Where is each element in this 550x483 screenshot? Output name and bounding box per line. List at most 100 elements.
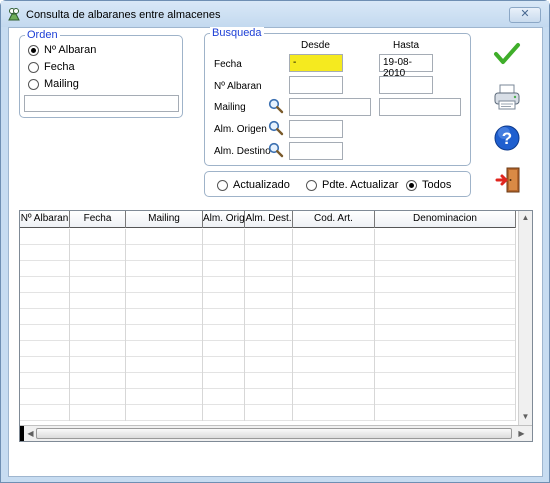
table-row[interactable] bbox=[20, 277, 516, 293]
table-cell[interactable] bbox=[126, 389, 203, 405]
table-cell[interactable] bbox=[245, 325, 293, 341]
mailing-hasta-field[interactable] bbox=[379, 98, 461, 116]
table-cell[interactable] bbox=[375, 261, 516, 277]
table-cell[interactable] bbox=[375, 229, 516, 245]
table-cell[interactable] bbox=[126, 309, 203, 325]
table-cell[interactable] bbox=[70, 261, 126, 277]
table-cell[interactable] bbox=[375, 277, 516, 293]
horizontal-scrollbar[interactable]: ◀ ▶ bbox=[20, 425, 532, 441]
table-cell[interactable] bbox=[203, 309, 245, 325]
table-cell[interactable] bbox=[20, 325, 70, 341]
table-cell[interactable] bbox=[375, 293, 516, 309]
alm-destino-search-icon[interactable] bbox=[268, 142, 284, 158]
table-row[interactable] bbox=[20, 373, 516, 389]
albaran-desde-field[interactable] bbox=[289, 76, 343, 94]
table-cell[interactable] bbox=[203, 389, 245, 405]
table-cell[interactable] bbox=[293, 261, 375, 277]
table-cell[interactable] bbox=[293, 277, 375, 293]
table-cell[interactable] bbox=[70, 309, 126, 325]
column-header[interactable]: Fecha bbox=[70, 211, 126, 228]
table-cell[interactable] bbox=[203, 277, 245, 293]
table-cell[interactable] bbox=[203, 229, 245, 245]
table-cell[interactable] bbox=[20, 373, 70, 389]
table-cell[interactable] bbox=[293, 325, 375, 341]
fecha-desde-field[interactable]: - bbox=[289, 54, 343, 72]
table-cell[interactable] bbox=[203, 341, 245, 357]
table-cell[interactable] bbox=[20, 245, 70, 261]
table-cell[interactable] bbox=[245, 293, 293, 309]
table-cell[interactable] bbox=[203, 405, 245, 421]
mailing-search-icon[interactable] bbox=[268, 98, 284, 114]
table-cell[interactable] bbox=[20, 293, 70, 309]
table-cell[interactable] bbox=[126, 405, 203, 421]
table-cell[interactable] bbox=[245, 277, 293, 293]
table-cell[interactable] bbox=[375, 405, 516, 421]
title-bar[interactable]: Consulta de albaranes entre almacenes ✕ bbox=[1, 1, 549, 27]
table-row[interactable] bbox=[20, 293, 516, 309]
table-cell[interactable] bbox=[245, 229, 293, 245]
table-cell[interactable] bbox=[245, 245, 293, 261]
table-cell[interactable] bbox=[245, 341, 293, 357]
scroll-up-icon[interactable]: ▲ bbox=[519, 211, 532, 225]
table-cell[interactable] bbox=[203, 245, 245, 261]
orden-text-field[interactable] bbox=[24, 95, 179, 112]
table-cell[interactable] bbox=[245, 405, 293, 421]
radio-mailing[interactable] bbox=[28, 78, 39, 90]
table-row[interactable] bbox=[20, 325, 516, 341]
table-cell[interactable] bbox=[20, 277, 70, 293]
table-cell[interactable] bbox=[293, 389, 375, 405]
table-cell[interactable] bbox=[293, 405, 375, 421]
table-cell[interactable] bbox=[70, 357, 126, 373]
table-row[interactable] bbox=[20, 405, 516, 421]
table-cell[interactable] bbox=[293, 245, 375, 261]
scroll-right-icon[interactable]: ▶ bbox=[515, 427, 528, 441]
column-header[interactable]: Alm. Dest. bbox=[245, 211, 293, 228]
table-cell[interactable] bbox=[375, 309, 516, 325]
table-cell[interactable] bbox=[245, 389, 293, 405]
table-cell[interactable] bbox=[293, 357, 375, 373]
table-cell[interactable] bbox=[375, 325, 516, 341]
table-cell[interactable] bbox=[20, 309, 70, 325]
table-cell[interactable] bbox=[70, 405, 126, 421]
table-cell[interactable] bbox=[126, 261, 203, 277]
estado-option-todos[interactable]: Todos bbox=[406, 178, 451, 192]
column-header[interactable]: Cod. Art. bbox=[293, 211, 375, 228]
table-cell[interactable] bbox=[70, 325, 126, 341]
table-cell[interactable] bbox=[126, 357, 203, 373]
table-cell[interactable] bbox=[375, 341, 516, 357]
radio-albaran[interactable] bbox=[28, 44, 39, 56]
table-cell[interactable] bbox=[70, 341, 126, 357]
column-header[interactable]: Alm. Orig. bbox=[203, 211, 245, 228]
alm-origen-search-icon[interactable] bbox=[268, 120, 284, 136]
table-cell[interactable] bbox=[203, 261, 245, 277]
vertical-scrollbar[interactable]: ▲ ▼ bbox=[518, 211, 532, 425]
orden-option-albaran[interactable]: Nº Albaran bbox=[28, 43, 96, 57]
printer-icon[interactable] bbox=[493, 83, 521, 111]
table-cell[interactable] bbox=[126, 325, 203, 341]
table-cell[interactable] bbox=[375, 357, 516, 373]
table-cell[interactable] bbox=[20, 389, 70, 405]
scroll-thumb[interactable] bbox=[36, 428, 512, 439]
table-cell[interactable] bbox=[126, 277, 203, 293]
table-row[interactable] bbox=[20, 389, 516, 405]
table-cell[interactable] bbox=[245, 261, 293, 277]
table-row[interactable] bbox=[20, 341, 516, 357]
albaran-hasta-field[interactable] bbox=[379, 76, 433, 94]
table-cell[interactable] bbox=[293, 229, 375, 245]
table-cell[interactable] bbox=[293, 373, 375, 389]
table-cell[interactable] bbox=[245, 373, 293, 389]
column-header[interactable]: Mailing bbox=[126, 211, 203, 228]
close-button[interactable]: ✕ bbox=[509, 7, 541, 23]
table-cell[interactable] bbox=[203, 357, 245, 373]
mailing-desde-field[interactable] bbox=[289, 98, 371, 116]
table-cell[interactable] bbox=[70, 277, 126, 293]
table-cell[interactable] bbox=[203, 293, 245, 309]
table-cell[interactable] bbox=[375, 373, 516, 389]
table-cell[interactable] bbox=[70, 373, 126, 389]
help-icon[interactable]: ? bbox=[493, 124, 521, 152]
orden-option-mailing[interactable]: Mailing bbox=[28, 77, 79, 91]
table-cell[interactable] bbox=[293, 309, 375, 325]
table-cell[interactable] bbox=[20, 405, 70, 421]
table-cell[interactable] bbox=[126, 293, 203, 309]
estado-option-actualizado[interactable]: Actualizado bbox=[217, 178, 290, 192]
